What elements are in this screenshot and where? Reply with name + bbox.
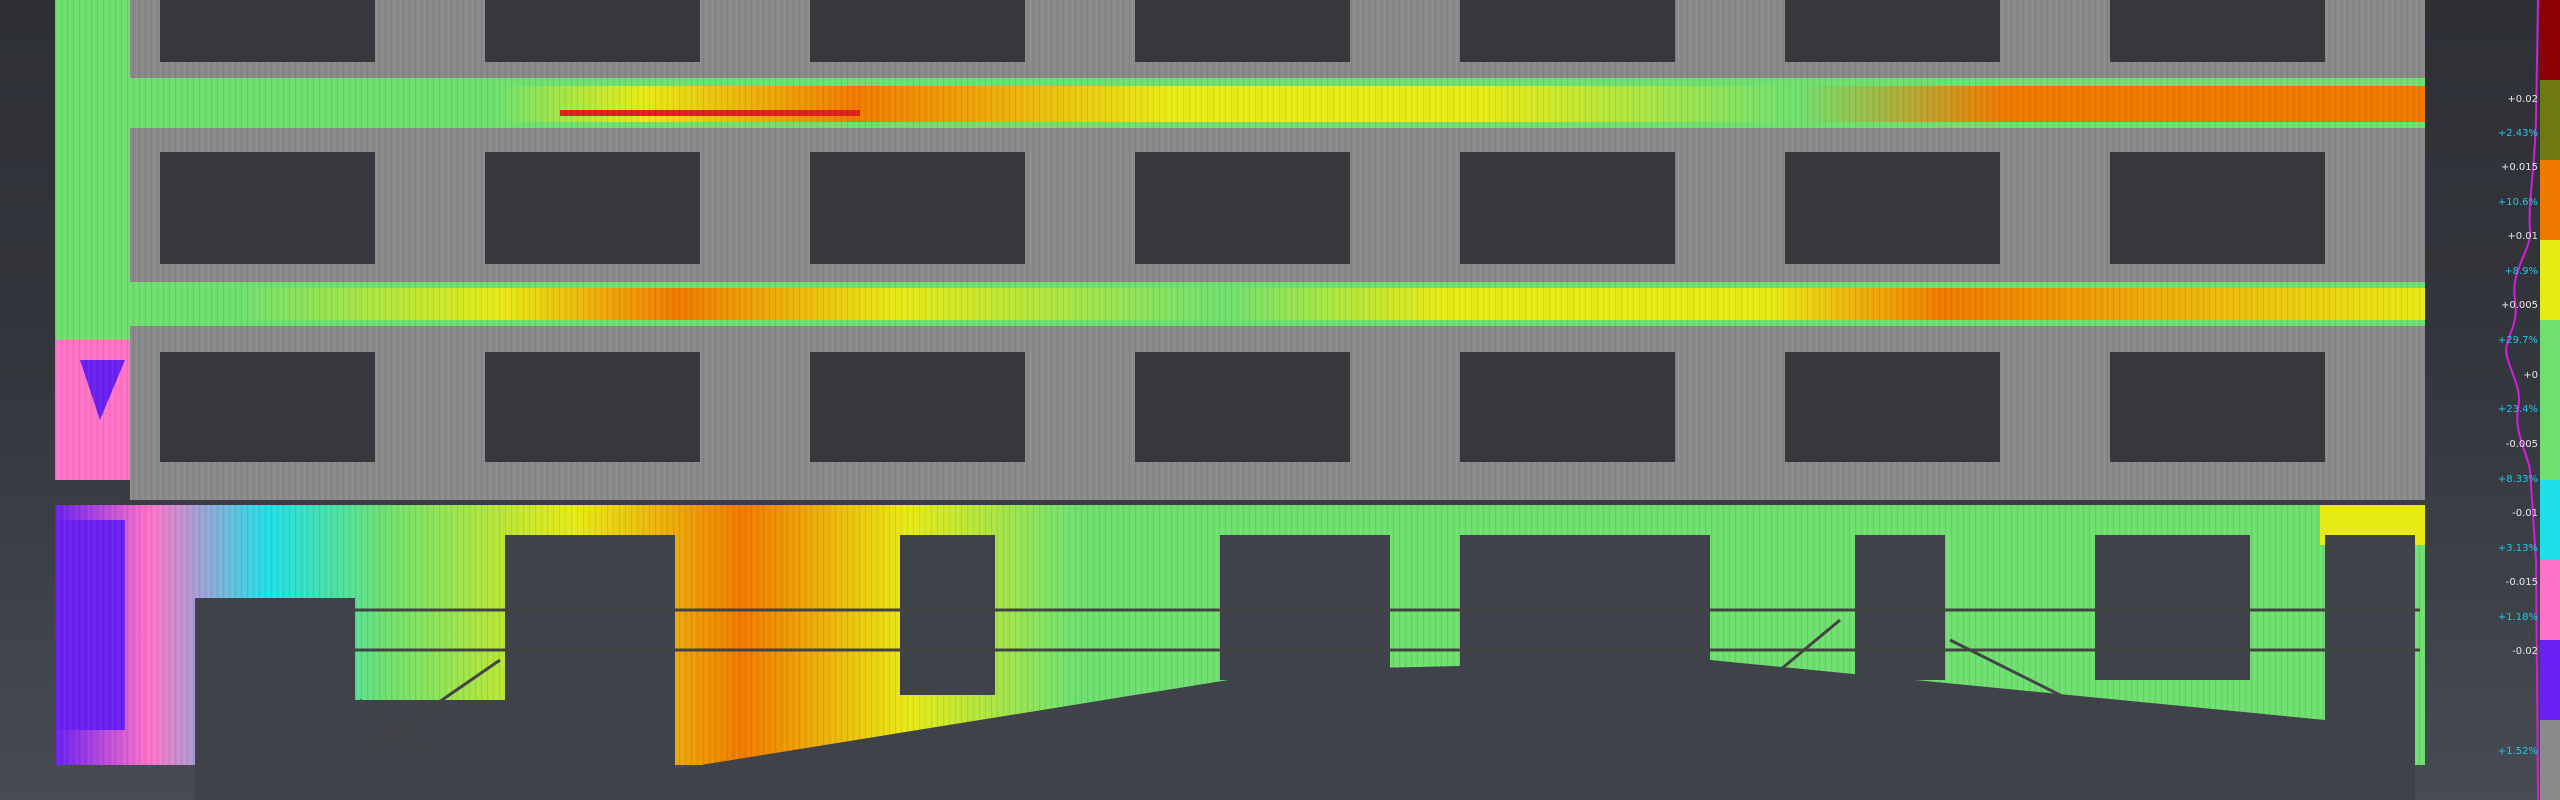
scale-label: -0.015 (2505, 577, 2538, 588)
scale-band (2540, 320, 2560, 400)
scale-label: -0.005 (2505, 439, 2538, 450)
scale-label: +0.015 (2500, 162, 2538, 173)
scale-band (2540, 720, 2560, 800)
scale-label: -0.01 (2512, 508, 2538, 519)
scale-label: +0 (2523, 370, 2538, 381)
scale-band (2540, 160, 2560, 240)
color-scale-bar (2540, 0, 2560, 800)
scale-band (2540, 240, 2560, 320)
scale-label: +0.005 (2500, 300, 2538, 311)
slab-edge-middle (130, 282, 2425, 326)
scale-band (2540, 80, 2560, 160)
scale-percentage: +29.7% (2497, 335, 2538, 346)
scale-percentage: +8.9% (2504, 266, 2538, 277)
scale-band (2540, 640, 2560, 720)
scale-percentage: +2.43% (2497, 128, 2538, 139)
point-cloud-viewport[interactable] (0, 0, 2560, 800)
scale-band (2540, 0, 2560, 80)
scale-labels: +0.02 +0.015 +0.01 +0.005 +0 -0.005 -0.0… (2478, 0, 2538, 800)
scale-band (2540, 480, 2560, 560)
scale-percentage: +1.52% (2497, 746, 2538, 757)
scale-band (2540, 560, 2560, 640)
slab-edge-upper (130, 78, 2425, 128)
scale-label: -0.02 (2512, 646, 2538, 657)
scale-percentage: +3.13% (2497, 543, 2538, 554)
scale-percentage: +8.33% (2497, 474, 2538, 485)
scale-band (2540, 400, 2560, 480)
left-column (55, 0, 130, 480)
scale-label: +0.01 (2507, 231, 2538, 242)
scale-percentage: +10.6% (2497, 197, 2538, 208)
scale-percentage: +23.4% (2497, 404, 2538, 415)
scale-percentage: +1.18% (2497, 612, 2538, 623)
scale-label: +0.02 (2507, 94, 2538, 105)
